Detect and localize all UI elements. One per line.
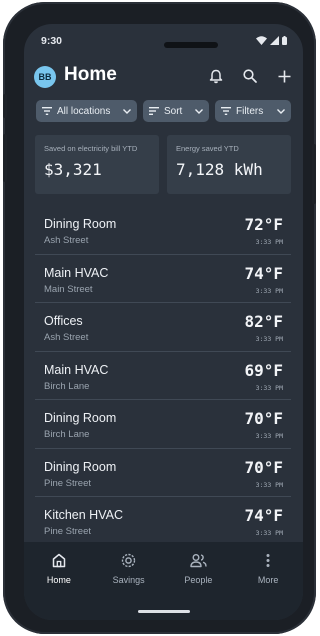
card-label: Saved on electricity bill YTD bbox=[44, 144, 138, 153]
sort-icon bbox=[149, 107, 159, 115]
room-name: Main HVAC bbox=[44, 265, 109, 280]
room-name: Dining Room bbox=[44, 217, 117, 231]
room-temperature: 74°F bbox=[244, 506, 283, 525]
side-button bbox=[3, 134, 7, 182]
room-temperature: 82°F bbox=[244, 312, 283, 331]
nav-label: Home bbox=[46, 575, 71, 585]
energy-saved-card: Energy saved YTD 7,128 kWh bbox=[167, 135, 291, 194]
room-name: Kitchen HVAC bbox=[44, 508, 123, 522]
list-item[interactable]: Main HVAC Main Street 74°F 3:33 PM bbox=[35, 255, 291, 303]
list-item[interactable]: Kitchen HVAC Pine Street 74°F 3:33 PM bbox=[35, 497, 291, 546]
nav-items: Home Savings People More bbox=[24, 542, 303, 585]
app-bar-actions bbox=[207, 67, 293, 85]
room-updated-time: 3:33 PM bbox=[255, 383, 283, 392]
chevron-down-icon bbox=[123, 108, 131, 114]
nav-item-savings[interactable]: Savings bbox=[98, 553, 160, 585]
card-value: $3,321 bbox=[44, 160, 102, 179]
chevron-down-icon bbox=[195, 108, 203, 114]
add-button[interactable] bbox=[275, 67, 293, 85]
list-item[interactable]: Dining Room Birch Lane 70°F 3:33 PM bbox=[35, 400, 291, 449]
card-label: Energy saved YTD bbox=[176, 144, 239, 153]
earpiece-speaker bbox=[164, 42, 218, 48]
nav-item-more[interactable]: More bbox=[237, 553, 299, 585]
room-street: Ash Street bbox=[44, 235, 89, 246]
room-temperature: 70°F bbox=[244, 409, 283, 428]
room-updated-time: 3:33 PM bbox=[255, 432, 283, 440]
room-name: Dining Room bbox=[44, 411, 117, 425]
summary-cards: Saved on electricity bill YTD $3,321 Ene… bbox=[35, 135, 291, 194]
filter-list-icon bbox=[42, 107, 52, 115]
list-item[interactable]: Dining Room Pine Street 70°F 3:33 PM bbox=[35, 449, 291, 497]
sort-dropdown[interactable]: Sort bbox=[143, 100, 209, 122]
home-icon bbox=[52, 553, 66, 568]
nav-label: People bbox=[184, 575, 213, 585]
room-temperature: 74°F bbox=[244, 263, 283, 283]
bottom-navigation: Home Savings People More bbox=[24, 542, 303, 620]
search-button[interactable] bbox=[241, 67, 259, 85]
wifi-icon bbox=[256, 36, 267, 45]
chevron-down-icon bbox=[277, 108, 285, 114]
filters-label: Filters bbox=[236, 105, 264, 117]
room-temperature: 69°F bbox=[244, 360, 283, 380]
room-updated-time: 3:33 PM bbox=[255, 238, 283, 246]
search-icon bbox=[243, 69, 257, 83]
phone-frame: 9:30 BB Home All locations Sort Filters … bbox=[3, 2, 316, 634]
nav-item-home[interactable]: Home bbox=[28, 553, 90, 585]
room-street: Birch Lane bbox=[44, 380, 90, 392]
locations-dropdown[interactable]: All locations bbox=[36, 100, 137, 122]
room-street: Pine Street bbox=[44, 526, 91, 537]
list-item[interactable]: Dining Room Ash Street 72°F 3:33 PM bbox=[35, 206, 291, 255]
top-app-bar: BB Home bbox=[24, 62, 303, 96]
filter-list-icon bbox=[221, 107, 231, 115]
notifications-button[interactable] bbox=[207, 67, 225, 85]
status-time: 9:30 bbox=[41, 35, 63, 47]
cellular-signal-icon bbox=[270, 36, 279, 45]
room-list: Dining Room Ash Street 72°F 3:33 PM Main… bbox=[35, 206, 291, 546]
card-value: 7,128 kWh bbox=[176, 160, 263, 179]
home-indicator[interactable] bbox=[138, 610, 190, 613]
battery-icon bbox=[282, 36, 287, 45]
room-updated-time: 3:33 PM bbox=[255, 335, 283, 343]
filters-dropdown[interactable]: Filters bbox=[215, 100, 291, 122]
bell-icon bbox=[209, 69, 223, 83]
filter-chips: All locations Sort Filters bbox=[36, 100, 291, 122]
room-updated-time: 3:33 PM bbox=[255, 480, 283, 489]
room-name: Dining Room bbox=[44, 459, 117, 474]
plus-icon bbox=[278, 70, 290, 82]
room-name: Offices bbox=[44, 314, 83, 328]
room-name: Main HVAC bbox=[44, 362, 109, 377]
room-street: Main Street bbox=[44, 283, 93, 295]
avatar[interactable]: BB bbox=[34, 66, 56, 88]
room-street: Ash Street bbox=[44, 332, 89, 343]
people-icon bbox=[190, 554, 207, 568]
side-button bbox=[3, 94, 7, 118]
room-updated-time: 3:33 PM bbox=[255, 529, 283, 537]
room-temperature: 70°F bbox=[244, 457, 283, 477]
page-title: Home bbox=[64, 64, 117, 85]
list-item[interactable]: Offices Ash Street 82°F 3:33 PM bbox=[35, 303, 291, 352]
app-screen: 9:30 BB Home All locations Sort Filters … bbox=[24, 24, 303, 620]
list-item[interactable]: Main HVAC Birch Lane 69°F 3:33 PM bbox=[35, 352, 291, 400]
more-vertical-icon bbox=[266, 554, 270, 567]
room-temperature: 72°F bbox=[244, 215, 283, 234]
savings-icon bbox=[121, 553, 136, 568]
room-updated-time: 3:33 PM bbox=[255, 286, 283, 295]
nav-label: Savings bbox=[112, 575, 145, 585]
nav-label: More bbox=[257, 575, 279, 585]
sort-label: Sort bbox=[164, 105, 183, 117]
room-street: Pine Street bbox=[44, 477, 91, 489]
nav-item-people[interactable]: People bbox=[167, 553, 229, 585]
status-icons bbox=[256, 36, 287, 45]
power-button bbox=[312, 144, 316, 204]
locations-label: All locations bbox=[57, 105, 111, 117]
status-bar: 9:30 bbox=[24, 24, 303, 60]
electricity-savings-card: Saved on electricity bill YTD $3,321 bbox=[35, 135, 159, 194]
room-street: Birch Lane bbox=[44, 429, 90, 440]
